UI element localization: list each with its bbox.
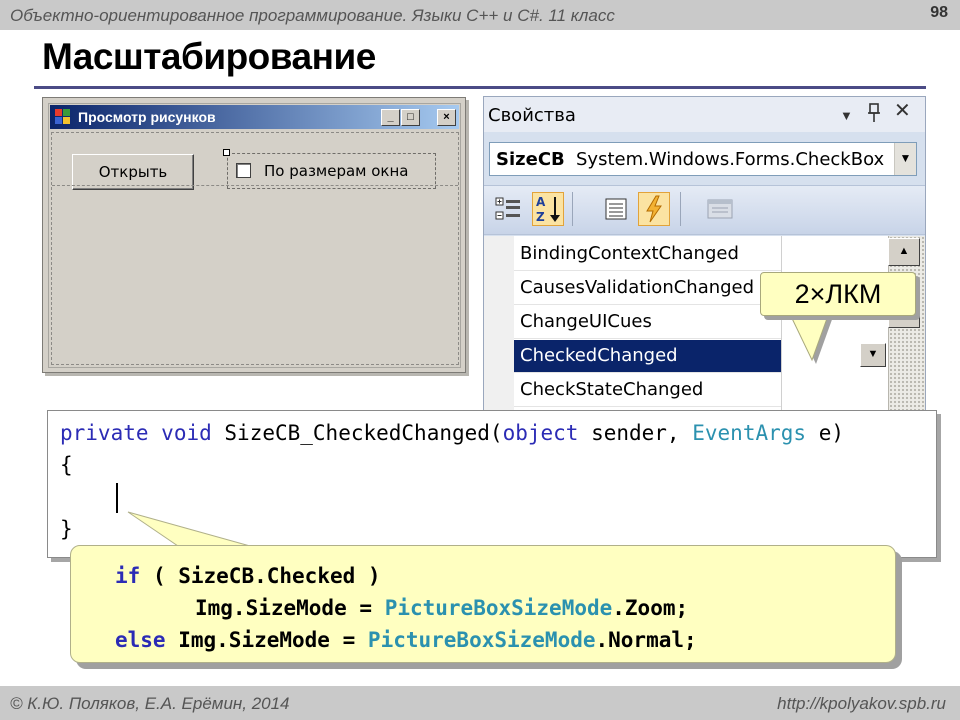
- picturebox-boundary: [52, 185, 458, 186]
- minimize-icon[interactable]: _: [381, 109, 400, 126]
- assign-target: Img.SizeMode: [195, 596, 347, 620]
- code-editor[interactable]: private void SizeCB_CheckedChanged(objec…: [47, 410, 937, 558]
- object-selector[interactable]: SizeCB System.Windows.Forms.CheckBox ▼: [489, 142, 917, 176]
- authors-credit: © К.Ю. Поляков, Е.А. Ерёмин, 2014: [10, 694, 290, 713]
- type-eventargs: EventArgs: [692, 421, 807, 445]
- maximize-icon[interactable]: □: [401, 109, 420, 126]
- slide-title: Масштабирование: [42, 36, 376, 77]
- assign-operator: =: [342, 628, 356, 652]
- svg-text:Z: Z: [536, 210, 545, 224]
- form-title-bar[interactable]: Просмотр рисунков _ □ ×: [50, 105, 459, 129]
- events-grid: BindingContextChanged CausesValidationCh…: [484, 236, 925, 413]
- selection-handle-icon[interactable]: [223, 149, 230, 156]
- object-type: System.Windows.Forms.CheckBox: [576, 149, 885, 170]
- checkbox-label[interactable]: По размерам окна: [264, 162, 409, 180]
- properties-title: Свойства: [488, 105, 576, 126]
- assign-target: Img.SizeMode: [178, 628, 330, 652]
- properties-icon[interactable]: [600, 192, 632, 226]
- event-row-causesvalidationchanged[interactable]: CausesValidationChanged: [514, 272, 781, 305]
- toolbar-separator: [680, 192, 681, 226]
- double-click-callout: 2×ЛКМ: [760, 272, 916, 316]
- form-title: Просмотр рисунков: [78, 109, 216, 125]
- panel-dropdown-icon[interactable]: ▼: [840, 106, 853, 126]
- event-row-changeuicues[interactable]: ChangeUICues: [514, 306, 781, 339]
- site-link[interactable]: http://kpolyakov.spb.ru: [777, 694, 946, 714]
- event-row-bindingcontextchanged[interactable]: BindingContextChanged: [514, 238, 781, 271]
- param-sender: sender,: [591, 421, 680, 445]
- enum-normal: .Normal;: [595, 628, 697, 652]
- properties-header: Свойства ▼ ✕: [484, 97, 925, 132]
- event-row-checkedchanged[interactable]: CheckedChanged: [514, 340, 781, 373]
- svg-text:A: A: [536, 195, 546, 209]
- property-pages-icon[interactable]: [704, 192, 736, 226]
- size-checkbox-control[interactable]: По размерам окна: [223, 149, 436, 189]
- snippet-line-zoom: Img.SizeMode = PictureBoxSizeMode.Zoom;: [195, 596, 688, 620]
- page-number: 98: [930, 4, 948, 21]
- code-snippet-callout: if ( SizeCB.Checked ) Img.SizeMode = Pic…: [70, 545, 896, 663]
- keyword-object: object: [502, 421, 579, 445]
- method-name: SizeCB_CheckedChanged(: [224, 421, 503, 445]
- if-condition: ( SizeCB.Checked ): [152, 564, 381, 588]
- form-designer-window: Просмотр рисунков _ □ × Открыть По разме…: [42, 97, 466, 373]
- handler-dropdown-icon[interactable]: ▼: [860, 343, 886, 367]
- param-e: e): [818, 421, 844, 445]
- slide-footer-bar: © К.Ю. Поляков, Е.А. Ерёмин, 2014 http:/…: [0, 686, 960, 720]
- properties-panel: Свойства ▼ ✕ SizeCB System.Windows.Forms…: [483, 96, 926, 414]
- text-caret: [116, 483, 118, 513]
- categorized-icon[interactable]: [492, 192, 524, 226]
- alphabetical-icon[interactable]: A Z: [532, 192, 564, 226]
- assign-operator: =: [359, 596, 373, 620]
- grid-column-divider: [781, 236, 782, 413]
- slide-header-bar: Объектно-ориентированное программировани…: [0, 0, 960, 30]
- scroll-up-icon[interactable]: ▲: [888, 238, 920, 266]
- type-pictureboxsizemode: PictureBoxSizeMode: [384, 596, 613, 620]
- keyword-private: private: [60, 421, 149, 445]
- open-brace: {: [60, 453, 73, 477]
- close-brace: }: [60, 517, 73, 541]
- event-row-checkstatechanged[interactable]: CheckStateChanged: [514, 374, 781, 407]
- pin-icon[interactable]: [867, 103, 881, 128]
- type-pictureboxsizemode: PictureBoxSizeMode: [367, 628, 596, 652]
- method-signature: private void SizeCB_CheckedChanged(objec…: [60, 421, 844, 445]
- title-divider: [34, 86, 926, 89]
- keyword-void: void: [161, 421, 212, 445]
- toolbar-separator: [572, 192, 573, 226]
- keyword-if: if: [115, 564, 141, 588]
- snippet-line-if: if ( SizeCB.Checked ): [115, 564, 381, 588]
- enum-zoom: .Zoom;: [612, 596, 689, 620]
- keyword-else: else: [115, 628, 166, 652]
- form-client-area: Открыть По размерам окна: [51, 132, 459, 365]
- chevron-down-icon[interactable]: ▼: [894, 143, 916, 175]
- properties-toolbar: A Z: [484, 185, 925, 235]
- grid-gutter: [484, 236, 514, 413]
- course-title: Объектно-ориентированное программировани…: [10, 6, 615, 25]
- close-icon[interactable]: ×: [437, 109, 456, 126]
- checkbox-square[interactable]: [236, 163, 251, 178]
- form-frame: Просмотр рисунков _ □ × Открыть По разме…: [48, 103, 461, 368]
- app-window-icon: [55, 109, 71, 125]
- panel-close-icon[interactable]: ✕: [894, 101, 911, 121]
- snippet-line-else: else Img.SizeMode = PictureBoxSizeMode.N…: [115, 628, 697, 652]
- object-name: SizeCB: [496, 149, 565, 170]
- events-icon[interactable]: [638, 192, 670, 226]
